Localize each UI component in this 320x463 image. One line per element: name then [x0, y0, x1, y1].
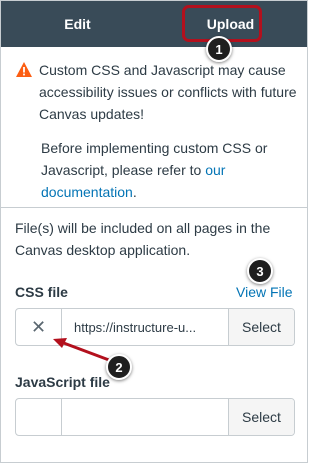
callout-2: 2 [106, 354, 132, 380]
upload-panel: Edit Upload Custom CSS and Javascript ma… [0, 0, 308, 463]
callout-3: 3 [247, 258, 273, 284]
callout-arrow [53, 338, 110, 362]
callout-1: 1 [206, 36, 232, 62]
